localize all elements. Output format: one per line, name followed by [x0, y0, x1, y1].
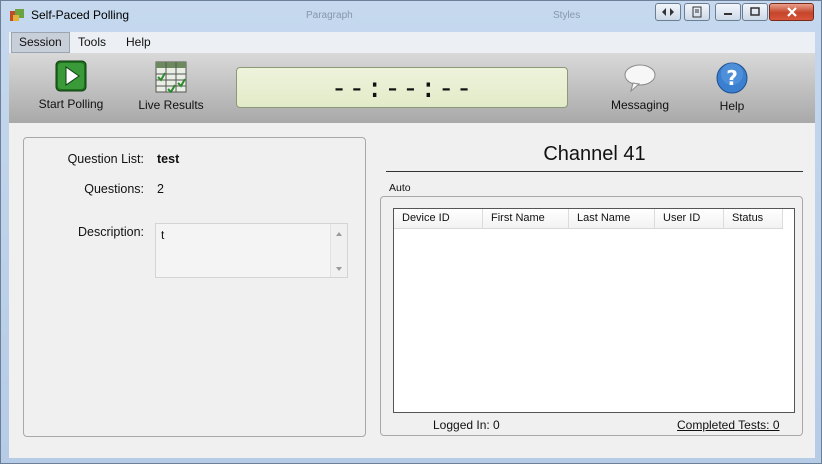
description-label: Description: — [78, 225, 144, 239]
maximize-icon — [750, 7, 760, 16]
speech-bubble-icon — [624, 64, 656, 93]
maximize-button[interactable] — [742, 3, 768, 21]
window-extra-button-1[interactable] — [655, 3, 681, 21]
description-scrollbar[interactable] — [330, 224, 347, 277]
channel-title: Channel 41 — [543, 143, 646, 165]
column-status[interactable]: Status — [724, 209, 783, 228]
minimize-button[interactable] — [715, 3, 741, 21]
close-icon — [786, 7, 797, 17]
devices-table[interactable]: Device ID First Name Last Name User ID S… — [393, 208, 795, 413]
app-icon — [10, 9, 24, 21]
messaging-button[interactable]: Messaging — [602, 63, 678, 112]
background-paragraph-label: Paragraph — [306, 10, 353, 21]
menu-bar: Session Tools Help — [9, 32, 815, 53]
arrows-icon — [662, 8, 674, 16]
help-icon: ? — [716, 62, 748, 94]
column-device-id[interactable]: Device ID — [394, 209, 483, 228]
main-content: Question List: test Questions: 2 Descrip… — [9, 123, 815, 458]
toolbar: Start Polling Live Results --:--:-- Mess… — [9, 53, 815, 123]
title-bar: Self-Paced Polling Paragraph Styles — [1, 1, 821, 29]
help-label: Help — [719, 99, 745, 113]
question-list-panel: Question List: test Questions: 2 Descrip… — [23, 137, 366, 437]
column-first-name[interactable]: First Name — [483, 209, 569, 228]
start-polling-button[interactable]: Start Polling — [33, 60, 109, 111]
help-button[interactable]: ? Help — [697, 62, 767, 113]
document-icon — [692, 6, 702, 18]
channel-mode-label: Auto — [389, 182, 411, 194]
devices-table-header: Device ID First Name Last Name User ID S… — [394, 209, 783, 229]
column-user-id[interactable]: User ID — [655, 209, 724, 228]
menu-session[interactable]: Session — [11, 32, 70, 53]
devices-group: Device ID First Name Last Name User ID S… — [380, 196, 803, 436]
window-title: Self-Paced Polling — [31, 8, 130, 22]
app-window: Self-Paced Polling Paragraph Styles Sess… — [0, 0, 822, 464]
question-list-label: Question List: — [67, 152, 144, 166]
logged-in-count: Logged In: 0 — [433, 418, 500, 432]
description-field[interactable]: t — [155, 223, 348, 278]
question-list-value: test — [157, 152, 180, 166]
svg-text:?: ? — [726, 66, 738, 90]
column-last-name[interactable]: Last Name — [569, 209, 655, 228]
completed-tests-link[interactable]: Completed Tests: 0 — [677, 418, 780, 432]
questions-value: 2 — [157, 182, 164, 196]
description-text: t — [161, 228, 165, 242]
timer-display: --:--:-- — [236, 67, 568, 108]
scroll-arrows-icon — [336, 232, 342, 271]
background-styles-label: Styles — [553, 10, 581, 21]
window-extra-button-2[interactable] — [684, 3, 710, 21]
start-polling-label: Start Polling — [38, 97, 104, 111]
spreadsheet-icon — [155, 61, 187, 94]
channel-divider — [386, 171, 803, 172]
close-button[interactable] — [769, 3, 814, 21]
menu-tools[interactable]: Tools — [71, 32, 113, 53]
questions-label: Questions: — [84, 182, 144, 196]
messaging-label: Messaging — [610, 98, 670, 112]
minimize-icon — [724, 13, 732, 15]
menu-help[interactable]: Help — [119, 32, 158, 53]
play-icon — [55, 60, 87, 92]
live-results-button[interactable]: Live Results — [133, 61, 209, 112]
live-results-label: Live Results — [138, 98, 204, 112]
